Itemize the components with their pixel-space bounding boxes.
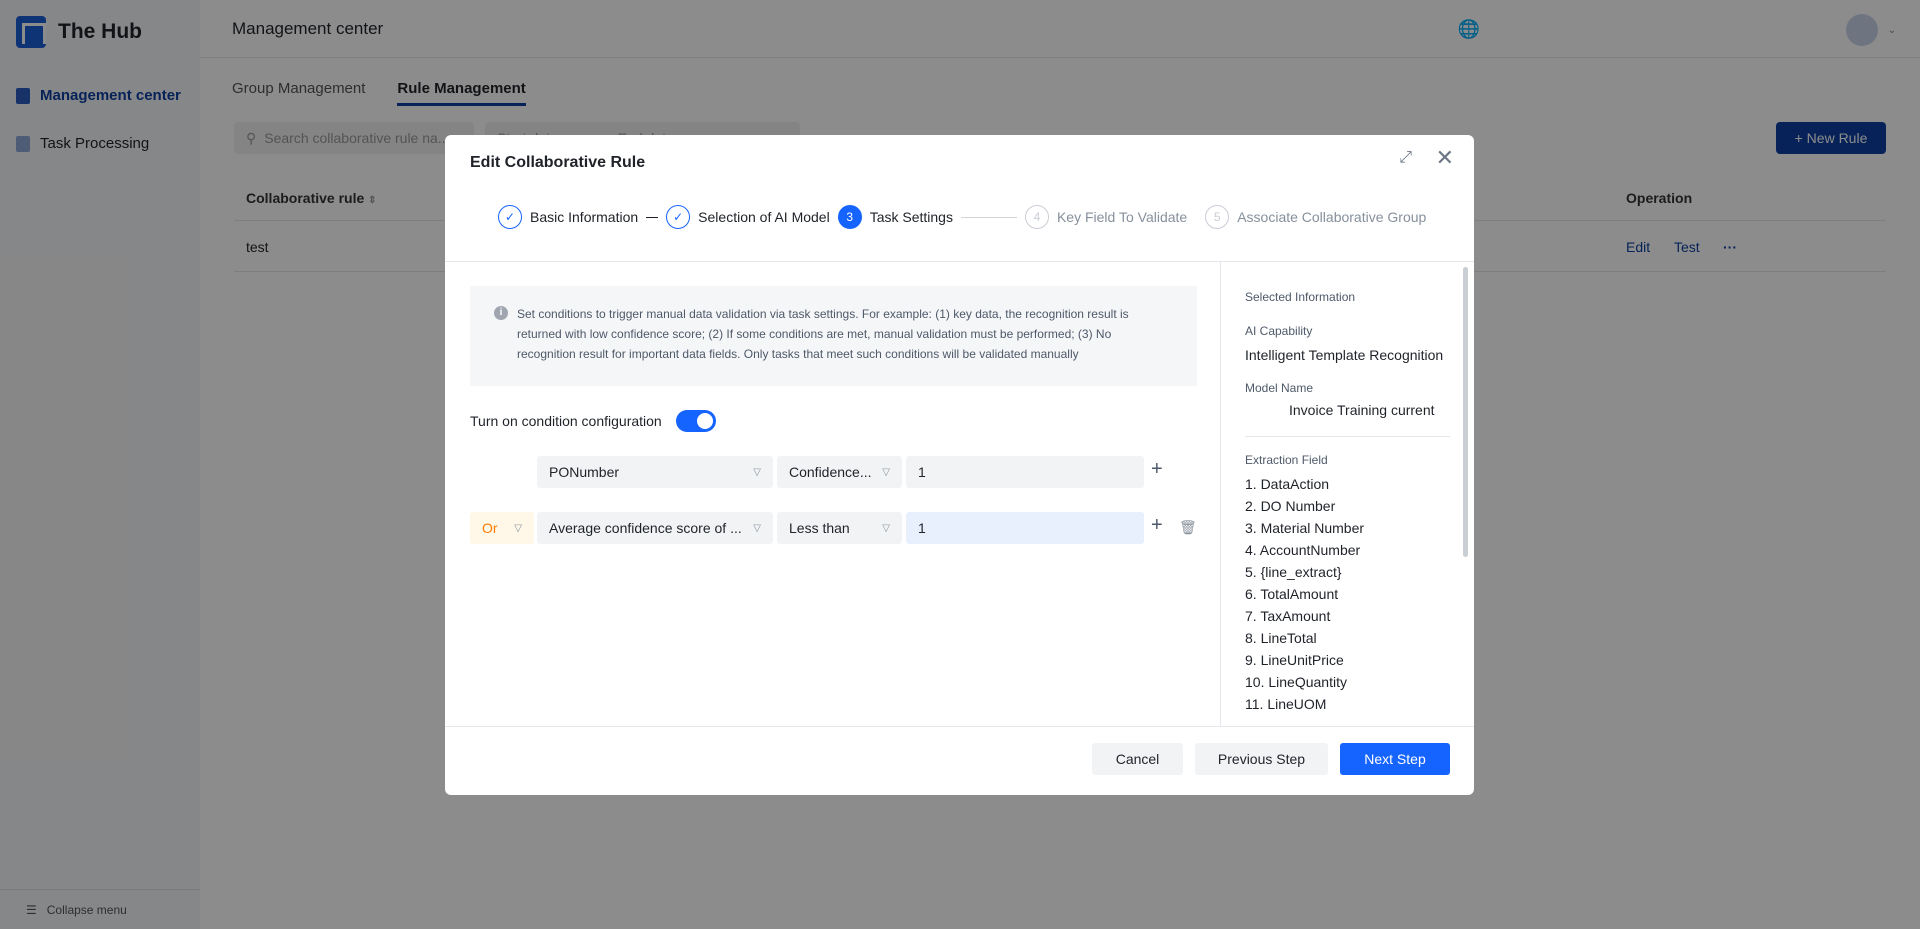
label: Extraction Field [1245,453,1328,467]
stepper: ✓ Basic Information ✓ Selection of AI Mode… [498,205,1426,229]
extraction-field-item: 5. {line_extract} [1245,564,1342,580]
extraction-field-item: 7. TaxAmount [1245,608,1331,624]
step-number: 3 [837,205,862,229]
info-alert: i Set conditions to trigger manual data v… [470,286,1197,386]
step-connector [960,216,1017,218]
cancel-button[interactable]: Cancel [1092,743,1183,775]
extraction-field-item: 9. LineUnitPrice [1245,652,1344,668]
step-number: 4 [1024,205,1049,229]
panel-heading: Selected Information [1245,290,1356,304]
edit-rule-dialog: Edit Collaborative Rule ⤢ ✕ ✓ Basic Infor… [445,135,1474,795]
delete-icon[interactable]: 🗑 [1179,519,1197,536]
condition-toggle[interactable] [675,410,716,432]
step-label: Key Field To Validate [1056,209,1188,225]
toggle-label: Turn on condition configuration [470,413,662,429]
chevron-down-icon: ▽ [753,522,761,534]
divider [445,726,1474,727]
step-label: Selection of AI Model [698,209,830,225]
value: Intelligent Template Recognition [1245,347,1444,363]
label: Model Name [1245,381,1314,395]
step-label: Basic Information [530,209,639,225]
chevron-down-icon: ▽ [882,466,890,478]
selected-info-panel: Selected Information AI Capability Intel… [1220,262,1474,726]
field-select[interactable]: PONumber ▽ [537,456,773,488]
close-icon[interactable]: ✕ [1436,145,1454,171]
add-condition-icon[interactable]: + [1151,458,1163,481]
chevron-down-icon: ▽ [753,466,761,478]
value: Invoice Training current [1289,402,1435,418]
operator-select[interactable]: Confidence... ▽ [777,456,902,488]
step-label: Task Settings [869,209,953,225]
label: AI Capability [1245,324,1313,338]
step-number: 5 [1205,205,1230,229]
operator-select[interactable]: Less than ▽ [777,512,902,544]
chevron-down-icon: ▽ [514,522,522,534]
logic-select[interactable]: Or ▽ [470,512,534,544]
field-select[interactable]: Average confidence score of ... ▽ [537,512,773,544]
previous-step-button[interactable]: Previous Step [1195,743,1328,775]
value-input[interactable]: 1 [906,456,1144,488]
divider [1245,436,1450,437]
extraction-field-item: 1. DataAction [1245,476,1330,492]
info-icon: i [494,306,508,320]
dialog-title: Edit Collaborative Rule [470,154,646,171]
extraction-field-item: 3. Material Number [1245,520,1365,536]
extraction-field-item: 2. DO Number [1245,498,1336,514]
extraction-field-item: 4. AccountNumber [1245,542,1361,558]
step-done-icon: ✓ [666,205,691,229]
extraction-field-item: 6. TotalAmount [1245,586,1339,602]
extraction-field-item: 8. LineTotal [1245,630,1317,646]
expand-icon[interactable]: ⤢ [1399,149,1412,167]
value-input[interactable]: 1 [906,512,1144,544]
next-step-button[interactable]: Next Step [1340,743,1450,775]
chevron-down-icon: ▽ [882,522,890,534]
step-label: Associate Collaborative Group [1237,209,1427,225]
extraction-field-list: 1. DataAction 2. DO Number 3. Material Num… [1245,473,1450,715]
step-done-icon: ✓ [498,205,522,229]
extraction-field-item: 11. LineUOM [1245,696,1327,712]
extraction-field-item: 10. LineQuantity [1245,674,1347,690]
step-connector [646,216,659,218]
scrollbar[interactable] [1463,267,1468,557]
add-condition-icon[interactable]: + [1151,514,1163,537]
